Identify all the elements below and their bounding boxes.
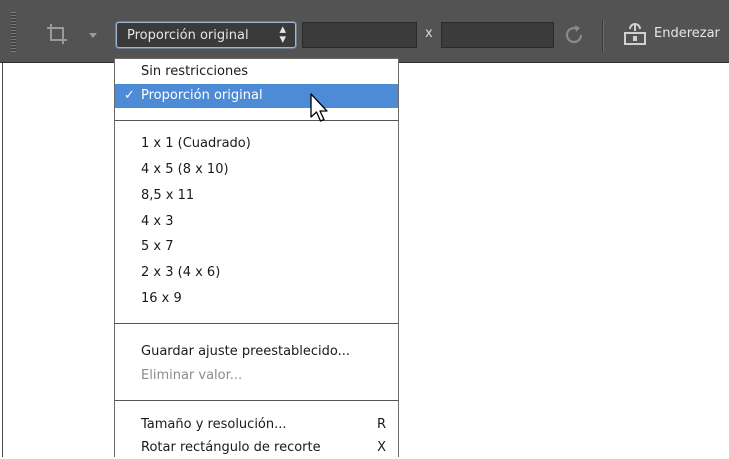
aspect-ratio-menu: Sin restricciones ✓ Proporción original … (114, 58, 399, 457)
menu-item-label: Proporción original (141, 88, 263, 103)
menu-item-tamano-resolucion[interactable]: Tamaño y resolución... R (115, 414, 398, 436)
menu-item-1x1[interactable]: 1 x 1 (Cuadrado) (115, 133, 398, 155)
menu-item-label: 8,5 x 11 (141, 188, 195, 203)
dimension-separator: x (425, 26, 433, 41)
height-field[interactable] (441, 22, 554, 48)
shortcut-key: X (377, 440, 386, 455)
straighten-button[interactable]: Enderezar (654, 26, 720, 41)
menu-item-label: 5 x 7 (141, 239, 174, 254)
crop-icon[interactable] (45, 22, 69, 46)
menu-item-label: Sin restricciones (141, 64, 248, 79)
aspect-ratio-select[interactable]: Proporción original ▴ ▾ (116, 22, 296, 48)
menu-item-guardar-ajuste[interactable]: Guardar ajuste preestablecido... (115, 341, 398, 363)
width-field[interactable] (302, 22, 417, 48)
menu-item-label: 2 x 3 (4 x 6) (141, 265, 221, 280)
menu-item-label: Tamaño y resolución... (141, 417, 287, 432)
mouse-pointer-icon (310, 93, 328, 122)
shortcut-key: R (376, 417, 386, 432)
menu-item-4x3[interactable]: 4 x 3 (115, 211, 398, 233)
menu-item-label: 16 x 9 (141, 291, 182, 306)
menu-item-8-5x11[interactable]: 8,5 x 11 (115, 185, 398, 207)
canvas-edge (2, 63, 3, 457)
menu-separator (115, 120, 398, 121)
toolbar-divider (602, 20, 604, 52)
menu-item-2x3[interactable]: 2 x 3 (4 x 6) (115, 262, 398, 284)
menu-item-proporcion-original[interactable]: ✓ Proporción original (115, 84, 398, 108)
menu-item-label: Eliminar valor... (141, 368, 243, 383)
options-bar: Proporción original ▴ ▾ x Enderezar (0, 0, 729, 63)
menu-item-16x9[interactable]: 16 x 9 (115, 288, 398, 310)
menu-item-label: Guardar ajuste preestablecido... (141, 344, 351, 359)
menu-item-label: 1 x 1 (Cuadrado) (141, 136, 251, 151)
select-arrows-icon: ▴ ▾ (279, 22, 286, 47)
menu-item-rotar-rectangulo[interactable]: Rotar rectángulo de recorte X (115, 437, 398, 459)
level-icon[interactable] (622, 23, 648, 47)
rotate-icon[interactable] (561, 22, 587, 48)
chevron-down-icon[interactable] (89, 33, 97, 38)
menu-separator (115, 400, 398, 401)
menu-item-label: Rotar rectángulo de recorte (141, 440, 321, 455)
toolbar-grip[interactable] (11, 12, 16, 52)
menu-item-sin-restricciones[interactable]: Sin restricciones (115, 61, 398, 83)
menu-item-eliminar-valor: Eliminar valor... (115, 365, 398, 387)
aspect-ratio-value: Proporción original (127, 28, 249, 43)
menu-item-label: 4 x 5 (8 x 10) (141, 162, 229, 177)
menu-item-5x7[interactable]: 5 x 7 (115, 236, 398, 258)
menu-item-4x5[interactable]: 4 x 5 (8 x 10) (115, 159, 398, 181)
checkmark-icon: ✓ (124, 88, 135, 103)
menu-separator (115, 323, 398, 324)
menu-item-label: 4 x 3 (141, 214, 174, 229)
